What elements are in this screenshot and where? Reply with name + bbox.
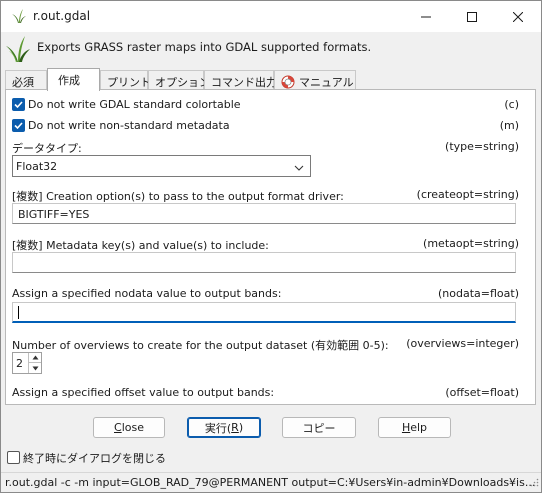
overviews-label: Number of overviews to create for the ou… <box>12 339 389 352</box>
tab-label: オプション <box>155 76 210 89</box>
metadata-flag: (m) <box>499 119 519 132</box>
window-close-button[interactable] <box>495 1 541 32</box>
tab-label: コマンド出力 <box>211 76 277 89</box>
grass-app-icon <box>11 8 27 24</box>
tab-bar: 必須 作成 プリント オプション コマンド出力 マニュアル <box>1 68 541 91</box>
r-out-gdal-window: r.out.gdal Exports GRASS raster maps int… <box>0 0 542 493</box>
chevron-down-icon <box>294 162 304 175</box>
run-button-pre: 実行( <box>204 421 232 435</box>
tab-required[interactable]: 必須 <box>5 70 47 90</box>
tab-label: マニュアル <box>299 76 354 89</box>
spin-up-button[interactable] <box>28 353 41 363</box>
command-preview: r.out.gdal -c -m input=GLOB_RAD_79@PERMA… <box>5 476 536 489</box>
colortable-checkbox[interactable] <box>12 98 25 111</box>
close-icon <box>513 11 523 22</box>
datatype-value: Float32 <box>16 160 58 173</box>
createopt-option: [複数] Creation option(s) to pass to the o… <box>6 186 535 228</box>
text-caret <box>18 306 19 319</box>
colortable-label: Do not write GDAL standard colortable <box>28 98 241 111</box>
module-header: Exports GRASS raster maps into GDAL supp… <box>1 32 541 68</box>
overviews-option: Number of overviews to create for the ou… <box>6 335 535 377</box>
tab-options[interactable]: オプション <box>148 70 210 90</box>
tab-label: 必須 <box>12 76 34 89</box>
nodata-label: Assign a specified nodata value to outpu… <box>12 287 282 300</box>
creation-panel[interactable]: Do not write GDAL standard colortable (c… <box>5 89 536 405</box>
tab-label: 作成 <box>58 74 80 87</box>
tab-label: プリント <box>107 76 151 89</box>
tab-manual[interactable]: マニュアル <box>274 70 356 90</box>
minimize-button[interactable] <box>403 1 449 32</box>
createopt-param: (createopt=string) <box>416 188 519 201</box>
offset-param: (offset=float) <box>445 386 519 399</box>
nodata-param: (nodata=float) <box>438 287 519 300</box>
run-button-post: ) <box>238 421 244 434</box>
createopt-value: BIGTIFF=YES <box>18 208 90 221</box>
datatype-option: データタイプ: (type=string) Float32 <box>6 138 535 180</box>
tab-creation[interactable]: 作成 <box>47 68 100 91</box>
copy-button-label: コピー <box>302 421 336 435</box>
maximize-button[interactable] <box>449 1 495 32</box>
offset-option: Assign a specified offset value to outpu… <box>6 384 535 404</box>
metadata-label: Do not write non-standard metadata <box>28 119 230 132</box>
help-button-mnemonic: H <box>401 421 411 434</box>
triangle-up-icon <box>32 355 38 360</box>
createopt-label: [複数] Creation option(s) to pass to the o… <box>12 190 344 203</box>
close-on-finish-label: 終了時にダイアログを閉じる <box>23 452 166 465</box>
overviews-param: (overviews=integer) <box>406 337 519 350</box>
close-on-finish-checkbox[interactable] <box>7 451 20 464</box>
close-button[interactable]: Close <box>93 417 165 438</box>
help-button-post: elp <box>410 421 428 434</box>
offset-label: Assign a specified offset value to outpu… <box>12 386 275 399</box>
nodata-input[interactable] <box>12 302 516 323</box>
triangle-down-icon <box>32 366 38 370</box>
close-button-mnemonic: C <box>114 421 122 434</box>
colortable-option: Do not write GDAL standard colortable (c… <box>6 96 535 114</box>
run-button-mnemonic: R <box>231 421 239 434</box>
metaopt-param: (metaopt=string) <box>423 237 519 250</box>
status-bar: r.out.gdal -c -m input=GLOB_RAD_79@PERMA… <box>1 472 541 492</box>
tab-print[interactable]: プリント <box>100 70 151 90</box>
grass-logo-icon <box>5 34 31 64</box>
metaopt-label: [複数] Metadata key(s) and value(s) to inc… <box>12 239 269 252</box>
help-button[interactable]: Help <box>378 417 451 438</box>
overviews-spinbox[interactable]: 2 <box>12 352 42 374</box>
metadata-option: Do not write non-standard metadata (m) <box>6 117 535 135</box>
copy-button[interactable]: コピー <box>282 417 356 438</box>
window-title: r.out.gdal <box>33 9 91 23</box>
datatype-label: データタイプ: <box>12 142 82 155</box>
minimize-icon <box>421 16 431 17</box>
checkmark-icon <box>14 122 23 130</box>
checkmark-icon <box>14 101 23 109</box>
metaopt-option: [複数] Metadata key(s) and value(s) to inc… <box>6 235 535 277</box>
resize-grip-icon[interactable] <box>529 477 539 490</box>
metadata-checkbox[interactable] <box>12 119 25 132</box>
datatype-select[interactable]: Float32 <box>12 155 311 177</box>
run-button[interactable]: 実行(R) <box>187 417 261 438</box>
maximize-icon <box>467 11 477 22</box>
overviews-value: 2 <box>16 357 23 370</box>
nodata-option: Assign a specified nodata value to outpu… <box>6 285 535 327</box>
datatype-param: (type=string) <box>445 140 519 153</box>
metaopt-input[interactable] <box>12 252 516 273</box>
tab-command-output[interactable]: コマンド出力 <box>204 70 277 90</box>
spin-down-button[interactable] <box>28 363 41 373</box>
colortable-flag: (c) <box>504 98 519 111</box>
title-bar: r.out.gdal <box>1 1 541 32</box>
close-button-post: lose <box>121 421 144 434</box>
module-description: Exports GRASS raster maps into GDAL supp… <box>37 40 372 54</box>
createopt-input[interactable]: BIGTIFF=YES <box>12 203 516 224</box>
